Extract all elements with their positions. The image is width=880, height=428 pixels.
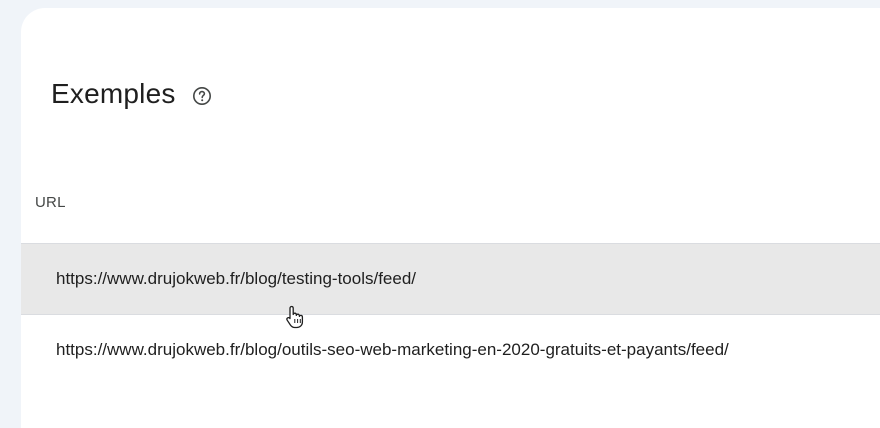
section-header: Exemples (51, 78, 212, 110)
row-url[interactable]: https://www.drujokweb.fr/blog/testing-to… (56, 269, 416, 289)
table-row[interactable]: https://www.drujokweb.fr/blog/testing-to… (21, 243, 880, 314)
hand-pointer-icon (283, 304, 307, 330)
table-row[interactable]: https://www.drujokweb.fr/blog/outils-seo… (21, 314, 880, 385)
column-header-url[interactable]: URL (35, 194, 66, 211)
help-icon[interactable] (192, 86, 212, 106)
examples-table: https://www.drujokweb.fr/blog/testing-to… (21, 243, 880, 385)
row-url[interactable]: https://www.drujokweb.fr/blog/outils-seo… (56, 340, 729, 360)
section-title: Exemples (51, 78, 176, 109)
